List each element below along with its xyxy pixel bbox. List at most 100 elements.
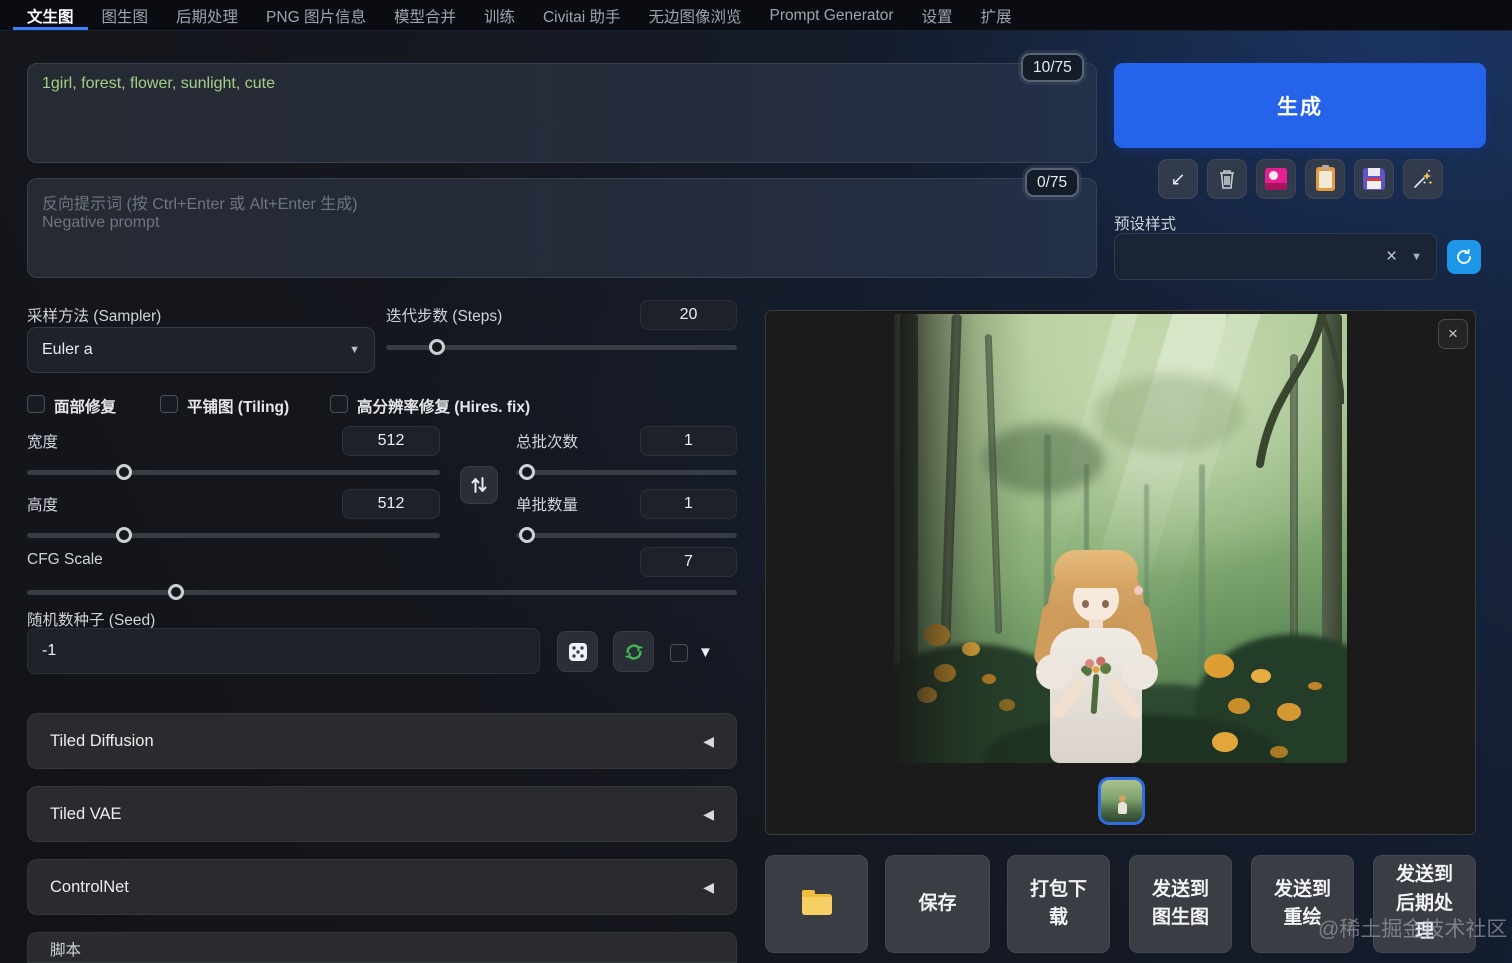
width-input[interactable] bbox=[342, 426, 440, 456]
accordion-tiled-diffusion[interactable]: Tiled Diffusion ◀ bbox=[27, 713, 737, 769]
steps-slider[interactable] bbox=[386, 339, 737, 355]
tiling-checkbox[interactable] bbox=[160, 395, 178, 413]
seed-input[interactable] bbox=[27, 628, 540, 674]
prompt-token-counter: 10/75 bbox=[1021, 53, 1084, 82]
tab-img2img[interactable]: 图生图 bbox=[88, 0, 163, 30]
clear-selection-icon[interactable]: × bbox=[1386, 246, 1397, 268]
prompt-input[interactable]: 1girl, forest, flower, sunlight, cute bbox=[27, 63, 1097, 163]
sampler-select[interactable]: Euler a ▼ bbox=[27, 327, 375, 373]
refresh-icon bbox=[1457, 249, 1471, 264]
tab-png-info[interactable]: PNG 图片信息 bbox=[252, 0, 380, 30]
zip-download-button[interactable]: 打包下载 bbox=[1007, 855, 1110, 953]
top-nav: 文生图 图生图 后期处理 PNG 图片信息 模型合并 训练 Civitai 助手… bbox=[0, 0, 1512, 31]
steps-input[interactable] bbox=[640, 300, 737, 330]
batch-count-slider[interactable] bbox=[516, 464, 737, 480]
accordion-controlnet[interactable]: ControlNet ◀ bbox=[27, 859, 737, 915]
tab-extras[interactable]: 后期处理 bbox=[162, 0, 252, 30]
tiled-diffusion-label: Tiled Diffusion bbox=[50, 731, 154, 750]
batch-size-slider-track bbox=[516, 533, 737, 538]
negative-prompt-input[interactable] bbox=[27, 178, 1097, 278]
save-style-button[interactable] bbox=[1354, 159, 1394, 199]
read-generation-params-button[interactable]: ↙ bbox=[1158, 159, 1198, 199]
generate-button[interactable]: 生成 bbox=[1114, 63, 1486, 148]
batch-count-input[interactable] bbox=[640, 426, 737, 456]
magic-wand-sparkles-icon bbox=[1414, 169, 1433, 188]
tab-extensions[interactable]: 扩展 bbox=[967, 0, 1026, 30]
picture-card-icon bbox=[1265, 168, 1287, 190]
txt2img-page: 文生图 图生图 后期处理 PNG 图片信息 模型合并 训练 Civitai 助手… bbox=[0, 0, 1512, 963]
steps-label: 迭代步数 (Steps) bbox=[386, 308, 503, 325]
batch-size-input[interactable] bbox=[640, 489, 737, 519]
batch-count-slider-handle[interactable] bbox=[519, 464, 536, 480]
swap-arrows-icon bbox=[471, 477, 487, 493]
apply-styles-button[interactable] bbox=[1305, 159, 1345, 199]
extra-networks-button[interactable] bbox=[1256, 159, 1296, 199]
tab-prompt-generator[interactable]: Prompt Generator bbox=[756, 0, 908, 30]
send-to-img2img-button[interactable]: 发送到图生图 bbox=[1129, 855, 1232, 953]
open-output-folder-button[interactable] bbox=[765, 855, 868, 953]
height-slider-track bbox=[27, 533, 440, 538]
restore-faces-label: 面部修复 bbox=[54, 399, 117, 416]
batch-size-slider-handle[interactable] bbox=[519, 527, 536, 543]
height-slider-handle[interactable] bbox=[116, 527, 133, 543]
reuse-seed-button[interactable] bbox=[613, 631, 654, 672]
tab-txt2img[interactable]: 文生图 bbox=[13, 0, 88, 30]
cfg-scale-input[interactable] bbox=[640, 547, 737, 577]
seed-label: 随机数种子 (Seed) bbox=[27, 612, 156, 629]
tab-civitai-helper[interactable]: Civitai 助手 bbox=[529, 0, 635, 30]
height-input[interactable] bbox=[342, 489, 440, 519]
sampler-value: Euler a bbox=[42, 341, 93, 358]
extra-seed-checkbox[interactable] bbox=[670, 644, 688, 662]
cfg-scale-slider[interactable] bbox=[27, 584, 737, 600]
width-slider-track bbox=[27, 470, 440, 475]
close-icon: × bbox=[1448, 324, 1458, 343]
clipboard-icon bbox=[1315, 165, 1335, 191]
tiled-vae-label: Tiled VAE bbox=[50, 804, 122, 823]
controlnet-label: ControlNet bbox=[50, 877, 129, 896]
hires-fix-label: 高分辨率修复 (Hires. fix) bbox=[357, 399, 531, 416]
cfg-scale-label: CFG Scale bbox=[27, 551, 103, 568]
close-gallery-button[interactable]: × bbox=[1438, 319, 1468, 349]
dice-icon bbox=[568, 642, 587, 661]
random-seed-button[interactable] bbox=[557, 631, 598, 672]
floppy-disk-icon bbox=[1363, 168, 1385, 190]
width-slider[interactable] bbox=[27, 464, 440, 480]
height-label: 高度 bbox=[27, 497, 59, 514]
cfg-scale-slider-handle[interactable] bbox=[168, 584, 185, 600]
gallery-thumbnail-selected[interactable] bbox=[1098, 777, 1145, 825]
batch-count-slider-track bbox=[516, 470, 737, 475]
generated-image-preview[interactable] bbox=[894, 314, 1347, 763]
width-slider-handle[interactable] bbox=[116, 464, 133, 480]
collapse-arrow-icon: ◀ bbox=[703, 732, 714, 749]
tab-infinite-image-browser[interactable]: 无边图像浏览 bbox=[635, 0, 756, 30]
arrow-down-left-icon: ↙ bbox=[1170, 168, 1186, 189]
clear-prompt-button[interactable] bbox=[1207, 159, 1247, 199]
refresh-styles-button[interactable] bbox=[1447, 240, 1481, 274]
result-gallery: × bbox=[765, 310, 1476, 835]
folder-icon bbox=[801, 889, 832, 915]
preset-styles-label: 预设样式 bbox=[1114, 216, 1177, 233]
batch-size-label: 单批数量 bbox=[516, 497, 579, 514]
swap-dimensions-button[interactable] bbox=[460, 466, 498, 504]
restore-faces-checkbox[interactable] bbox=[27, 395, 45, 413]
negative-token-counter: 0/75 bbox=[1025, 168, 1080, 197]
width-label: 宽度 bbox=[27, 434, 59, 451]
accordion-tiled-vae[interactable]: Tiled VAE ◀ bbox=[27, 786, 737, 842]
preset-styles-select[interactable]: × ▼ bbox=[1114, 233, 1437, 280]
tiling-label: 平铺图 (Tiling) bbox=[187, 399, 290, 416]
magic-prompt-button[interactable] bbox=[1403, 159, 1443, 199]
script-label: 脚本 bbox=[50, 942, 82, 959]
save-image-button[interactable]: 保存 bbox=[885, 855, 990, 953]
batch-count-label: 总批次数 bbox=[516, 434, 579, 451]
tab-checkpoint-merger[interactable]: 模型合并 bbox=[380, 0, 470, 30]
height-slider[interactable] bbox=[27, 527, 440, 543]
hires-fix-checkbox[interactable] bbox=[330, 395, 348, 413]
steps-slider-handle[interactable] bbox=[428, 339, 445, 355]
batch-size-slider[interactable] bbox=[516, 527, 737, 543]
extra-seed-dropdown-arrow[interactable]: ▼ bbox=[698, 644, 713, 661]
chevron-down-icon: ▼ bbox=[1411, 250, 1422, 263]
tab-train[interactable]: 训练 bbox=[470, 0, 529, 30]
collapse-arrow-icon: ◀ bbox=[703, 878, 714, 895]
tab-settings[interactable]: 设置 bbox=[908, 0, 967, 30]
sampler-label: 采样方法 (Sampler) bbox=[27, 308, 162, 325]
